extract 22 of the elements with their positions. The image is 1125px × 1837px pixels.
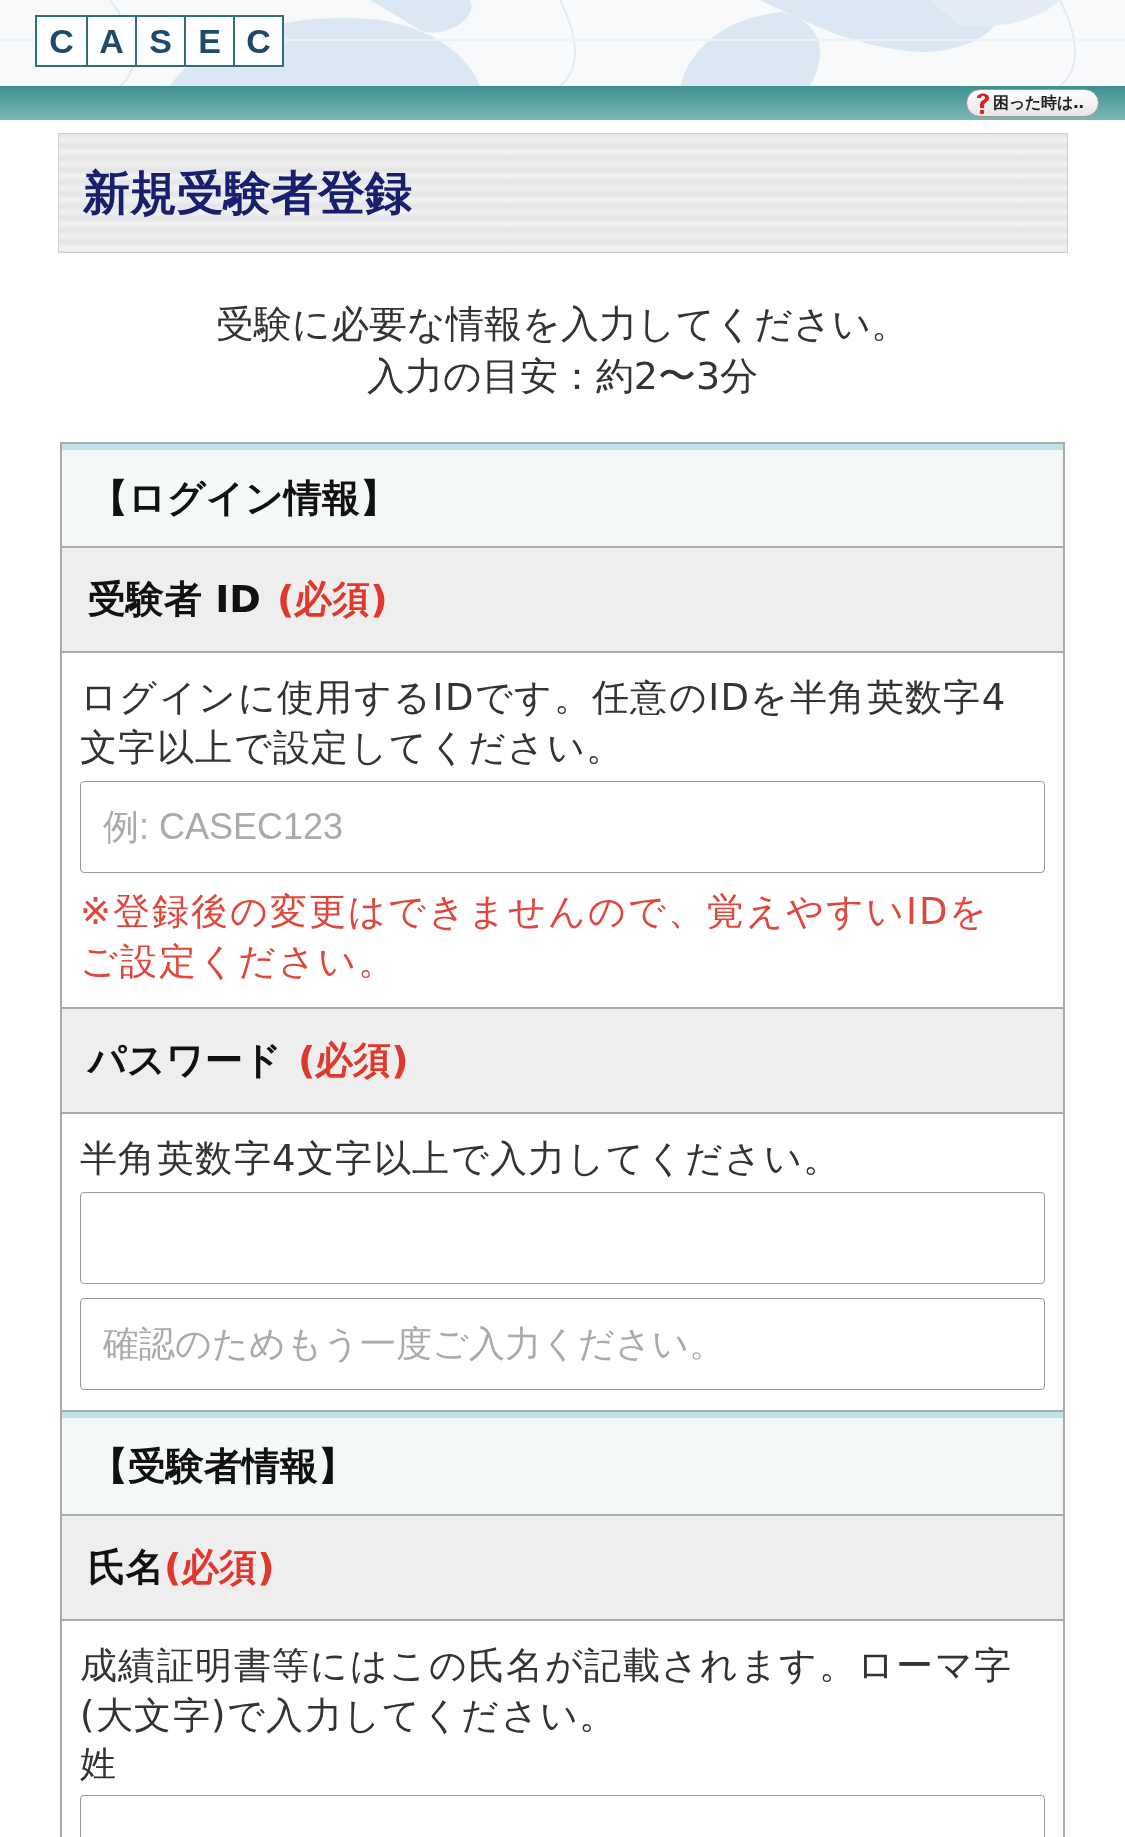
intro-text: 入力の目安：約2〜3分 — [365, 353, 760, 400]
field-label: 氏名 — [88, 1544, 164, 1591]
required-label: (必須) — [275, 576, 388, 623]
section-title: 【ログイン情報】 — [90, 474, 398, 522]
field-description: ログインに使用するIDです。任意のIDを半角英数字4文字以上で設定してください。 — [80, 675, 1008, 771]
required-label: (必須) — [164, 1544, 275, 1591]
warning-note: ※登録後の変更はできませんので、覚えやすいIDをご設定ください。 — [80, 889, 991, 985]
section-title: 【受験者情報】 — [90, 1442, 356, 1490]
help-button[interactable]: 困った時は‥ — [966, 89, 1099, 117]
input-field[interactable] — [80, 1192, 1045, 1284]
logo: C A S E C — [35, 15, 284, 67]
sub-label: 姓 — [80, 1742, 117, 1786]
required-label: (必須) — [297, 1037, 409, 1084]
page-title: 新規受験者登録 — [83, 164, 412, 222]
field-label: 受験者 ID — [88, 576, 261, 623]
input-field[interactable]: 確認のためもう一度ご入力ください。 — [80, 1298, 1045, 1390]
field-description: 成績証明書等にはこの氏名が記載されます。ローマ字(大文字)で入力してください。 — [80, 1643, 1014, 1739]
intro-text: 受験に必要な情報を入力してください。 — [215, 301, 910, 348]
question-mark-icon — [975, 91, 992, 115]
input-field[interactable]: 例: CASEC123 — [80, 781, 1045, 873]
field-label: パスワード — [88, 1037, 282, 1084]
field-description: 半角英数字4文字以上で入力してください。 — [80, 1136, 843, 1182]
